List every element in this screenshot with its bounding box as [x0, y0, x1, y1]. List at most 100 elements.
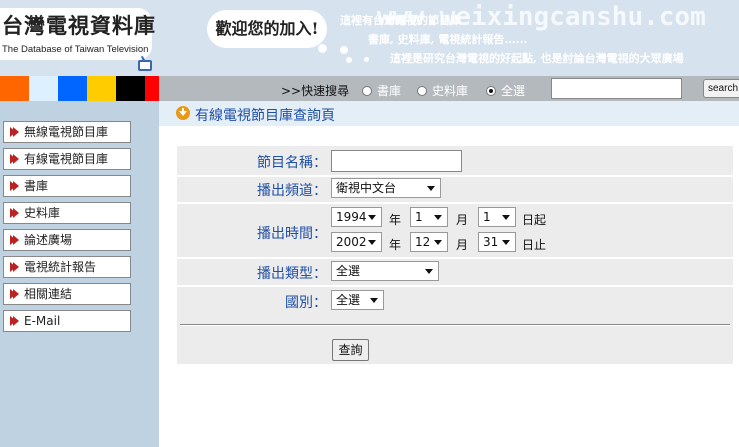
select-value: 1: [483, 210, 491, 224]
sidebar-item-label: 有線電視節目庫: [24, 152, 109, 166]
double-arrow-icon: [10, 316, 19, 326]
color-swatch: [29, 76, 58, 101]
query-button[interactable]: 查詢: [332, 339, 369, 361]
radio-label: 書庫: [377, 84, 402, 98]
dropdown-arrow-icon: [368, 240, 376, 245]
welcome-bubble: 歡迎您的加入!: [207, 10, 327, 48]
row-separator: [177, 285, 733, 287]
radio-label: 全選: [501, 84, 526, 98]
end-day-select[interactable]: 31: [478, 232, 516, 252]
program-type-select[interactable]: 全選: [331, 261, 439, 281]
program-name-input[interactable]: [331, 150, 462, 172]
start-year-select[interactable]: 1994: [331, 207, 382, 227]
bubble-dot: [364, 57, 369, 62]
sidebar-item-email[interactable]: E-Mail: [3, 310, 131, 332]
logo-subtitle: The Database of Taiwan Television: [2, 44, 149, 55]
radio-circle[interactable]: [417, 85, 427, 96]
double-arrow-icon: [10, 235, 19, 245]
page-header: 有線電視節目庫查詢頁: [159, 101, 739, 126]
dropdown-arrow-icon: [434, 215, 442, 220]
sidebar-item-label: 電視統計報告: [24, 260, 97, 274]
month-unit: 月: [456, 238, 469, 252]
radio-books[interactable]: 書庫: [362, 82, 401, 99]
end-day-suffix: 日止: [522, 238, 547, 252]
intro-line-3: 這裡是研究台灣電視的好起點, 也是討論台灣電視的大眾廣場: [390, 52, 684, 65]
radio-archives[interactable]: 史料庫: [417, 82, 468, 99]
search-input[interactable]: [551, 78, 682, 99]
page-title: 有線電視節目庫查詢頁: [195, 108, 335, 124]
row-separator: [177, 257, 733, 259]
sidebar-item-label: 相關連結: [24, 287, 73, 301]
double-arrow-icon: [10, 154, 19, 164]
double-arrow-icon: [10, 262, 19, 272]
dropdown-arrow-icon: [425, 269, 433, 274]
radio-circle[interactable]: [486, 85, 496, 96]
sidebar-item-label: 史料庫: [24, 206, 61, 220]
select-value: 12: [415, 235, 431, 249]
color-swatch: [87, 76, 116, 101]
double-arrow-icon: [10, 289, 19, 299]
row-separator: [177, 175, 733, 177]
broadcast-time-label: 播出時間：: [257, 226, 327, 242]
channel-select[interactable]: 衛視中文台: [331, 178, 441, 198]
month-unit: 月: [456, 213, 469, 227]
dropdown-arrow-icon: [427, 186, 435, 191]
start-day-select[interactable]: 1: [478, 207, 516, 227]
end-year-select[interactable]: 2002: [331, 232, 382, 252]
sidebar-item-label: 論述廣場: [24, 233, 73, 247]
dropdown-arrow-icon: [502, 215, 510, 220]
radio-label: 史料庫: [432, 84, 469, 98]
form-divider: [180, 324, 730, 326]
sidebar-item-broadcast-tv[interactable]: 無線電視節目庫: [3, 121, 131, 143]
radio-circle[interactable]: [362, 85, 372, 96]
sidebar: 無線電視節目庫 有線電視節目庫 書庫 史料庫 論述廣場 電視統計報告 相關連結: [0, 101, 159, 447]
select-value: 衛視中文台: [336, 181, 397, 195]
search-button[interactable]: search: [703, 79, 739, 98]
row-separator: [177, 202, 733, 204]
year-unit: 年: [389, 238, 402, 252]
query-form: 節目名稱： 播出頻道： 衛視中文台 播出時間： 1994 年 1 月 1 日起 …: [177, 146, 733, 364]
color-swatch: [145, 76, 159, 101]
double-arrow-icon: [10, 127, 19, 137]
sidebar-item-links[interactable]: 相關連結: [3, 283, 131, 305]
select-value: 1: [415, 210, 423, 224]
watermark: www.weixingcanshu.com: [377, 2, 706, 32]
dropdown-arrow-icon: [370, 298, 378, 303]
radio-all[interactable]: 全選: [486, 82, 525, 99]
bubble-dot: [340, 46, 348, 54]
intro-line-2: 書庫, 史料庫, 電視統計報告......: [368, 33, 528, 46]
select-value: 全選: [336, 293, 361, 307]
page: 台灣電視資料庫 The Database of Taiwan Televisio…: [0, 0, 739, 447]
arrow-down-circle-icon: [176, 106, 190, 120]
main-content: 有線電視節目庫查詢頁 節目名稱： 播出頻道： 衛視中文台 播出時間： 1994 …: [159, 101, 739, 447]
start-month-select[interactable]: 1: [410, 207, 448, 227]
sidebar-item-tv-statistics[interactable]: 電視統計報告: [3, 256, 131, 278]
program-type-label: 播出類型：: [257, 266, 327, 282]
country-select[interactable]: 全選: [331, 290, 384, 310]
sidebar-item-label: E-Mail: [24, 314, 61, 328]
sidebar-item-archives[interactable]: 史料庫: [3, 202, 131, 224]
select-value: 2002: [336, 235, 367, 249]
select-value: 全選: [336, 264, 361, 278]
sidebar-item-label: 書庫: [24, 179, 49, 193]
bubble-dot: [318, 44, 327, 53]
logo-title: 台灣電視資料庫: [2, 13, 156, 38]
quick-search-bar: >>快速搜尋 書庫 史料庫 全選 search: [0, 76, 739, 101]
sidebar-item-forum[interactable]: 論述廣場: [3, 229, 131, 251]
tv-icon: [138, 60, 152, 71]
channel-label: 播出頻道：: [257, 183, 327, 199]
sidebar-item-books[interactable]: 書庫: [3, 175, 131, 197]
select-value: 31: [483, 235, 499, 249]
sidebar-item-label: 無線電視節目庫: [24, 125, 109, 139]
program-name-label: 節目名稱：: [257, 155, 327, 171]
dropdown-arrow-icon: [434, 240, 442, 245]
double-arrow-icon: [10, 208, 19, 218]
sidebar-item-cable-tv[interactable]: 有線電視節目庫: [3, 148, 131, 170]
end-month-select[interactable]: 12: [410, 232, 448, 252]
dropdown-arrow-icon: [368, 215, 376, 220]
color-swatch: [116, 76, 145, 101]
color-swatch: [58, 76, 87, 101]
year-unit: 年: [389, 213, 402, 227]
header-banner: 台灣電視資料庫 The Database of Taiwan Televisio…: [0, 0, 739, 76]
site-logo[interactable]: 台灣電視資料庫 The Database of Taiwan Televisio…: [0, 8, 155, 60]
